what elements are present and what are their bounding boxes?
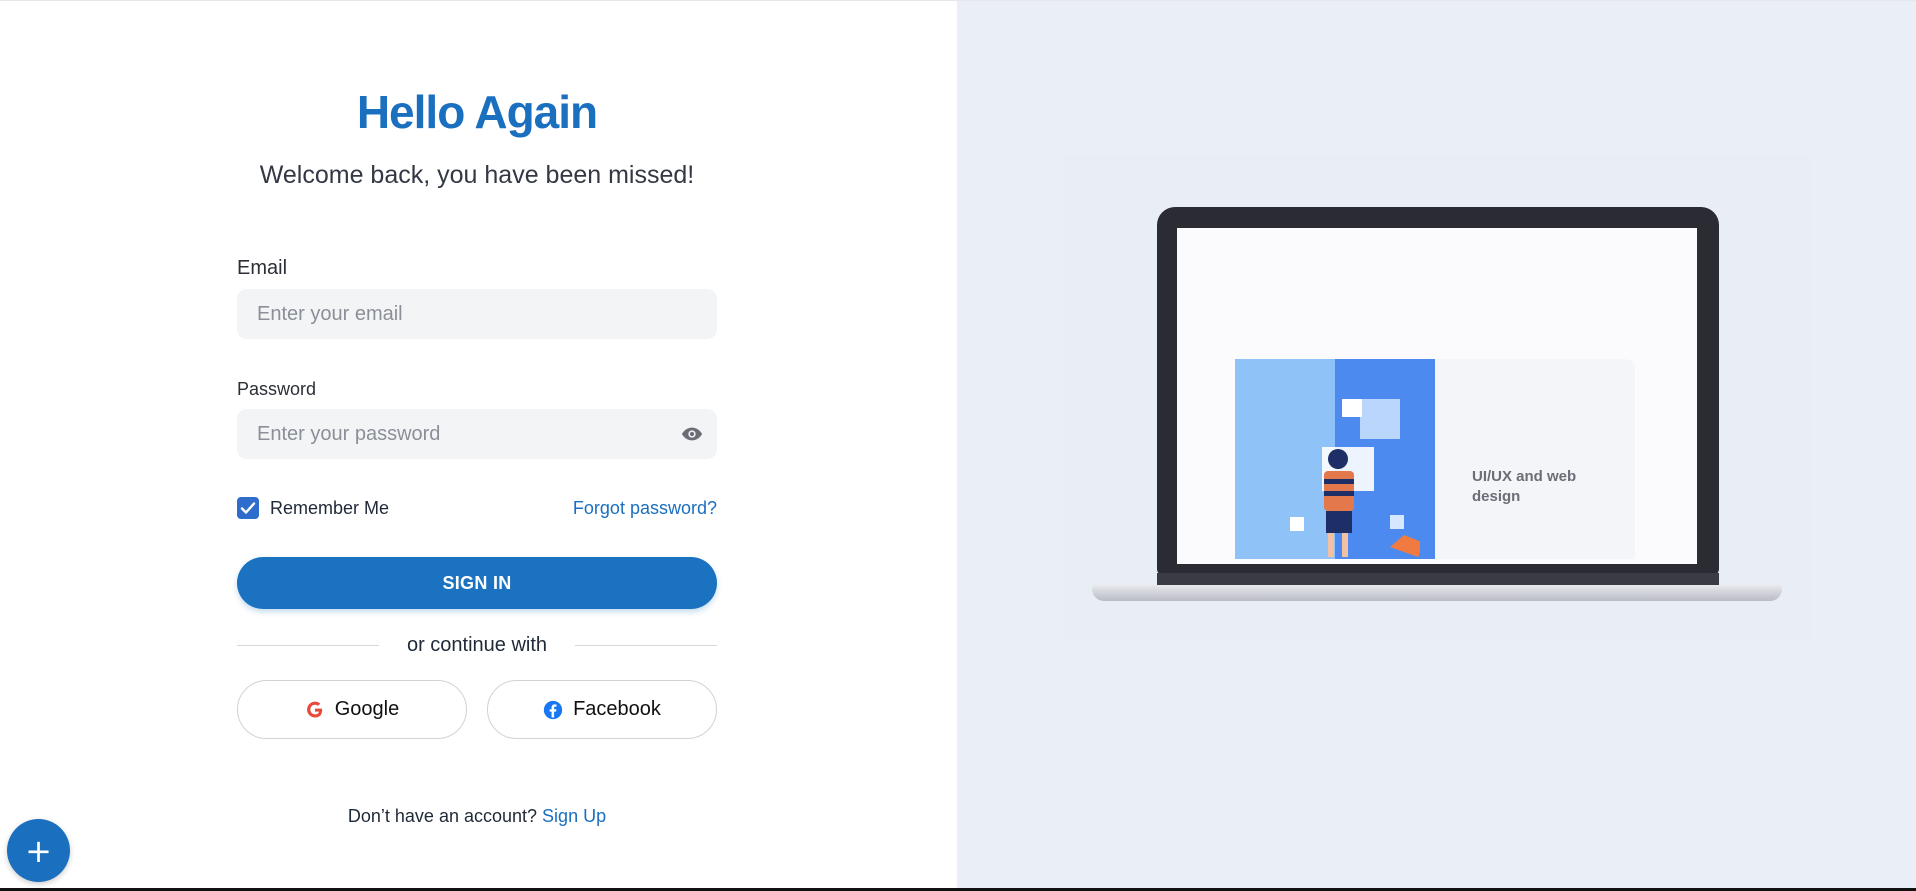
sign-in-button[interactable]: SIGN IN — [237, 557, 717, 609]
facebook-button[interactable]: Facebook — [487, 680, 717, 739]
facebook-label: Facebook — [573, 698, 661, 720]
password-field-container — [237, 409, 717, 459]
designer-figure-icon — [1290, 399, 1420, 557]
eye-icon[interactable] — [681, 424, 703, 444]
facebook-icon — [543, 700, 563, 719]
illustration-caption: UI/UX and web design — [1472, 468, 1577, 505]
check-icon — [240, 502, 256, 514]
google-label: Google — [334, 698, 400, 720]
email-label: Email — [237, 257, 288, 279]
email-field-container — [237, 289, 717, 339]
page-subtitle: Welcome back, you have been missed! — [259, 161, 695, 189]
signup-prompt: Don’t have an account? — [347, 806, 538, 826]
google-icon — [306, 701, 322, 717]
password-label: Password — [237, 379, 317, 399]
remember-row: Remember Me Forgot password? — [237, 497, 717, 521]
laptop-illustration: UI/UX and web design — [1062, 155, 1812, 642]
remember-label: Remember Me — [270, 498, 390, 518]
login-pane: Hello Again Welcome back, you have been … — [0, 1, 957, 888]
page-title: Hello Again — [356, 86, 598, 138]
illustration-card — [1435, 359, 1635, 559]
email-field[interactable] — [237, 289, 717, 339]
divider-line-right — [575, 645, 717, 646]
signup-row: Don’t have an account? Sign Up — [237, 806, 717, 827]
password-field[interactable] — [237, 409, 717, 459]
laptop-base — [1092, 585, 1782, 601]
social-divider: or continue with — [237, 633, 717, 657]
sign-up-link[interactable]: Sign Up — [542, 806, 606, 826]
remember-checkbox[interactable] — [237, 497, 259, 519]
add-fab-button[interactable]: + — [7, 819, 70, 882]
google-button[interactable]: Google — [237, 680, 467, 739]
forgot-password-link[interactable]: Forgot password? — [573, 498, 717, 519]
